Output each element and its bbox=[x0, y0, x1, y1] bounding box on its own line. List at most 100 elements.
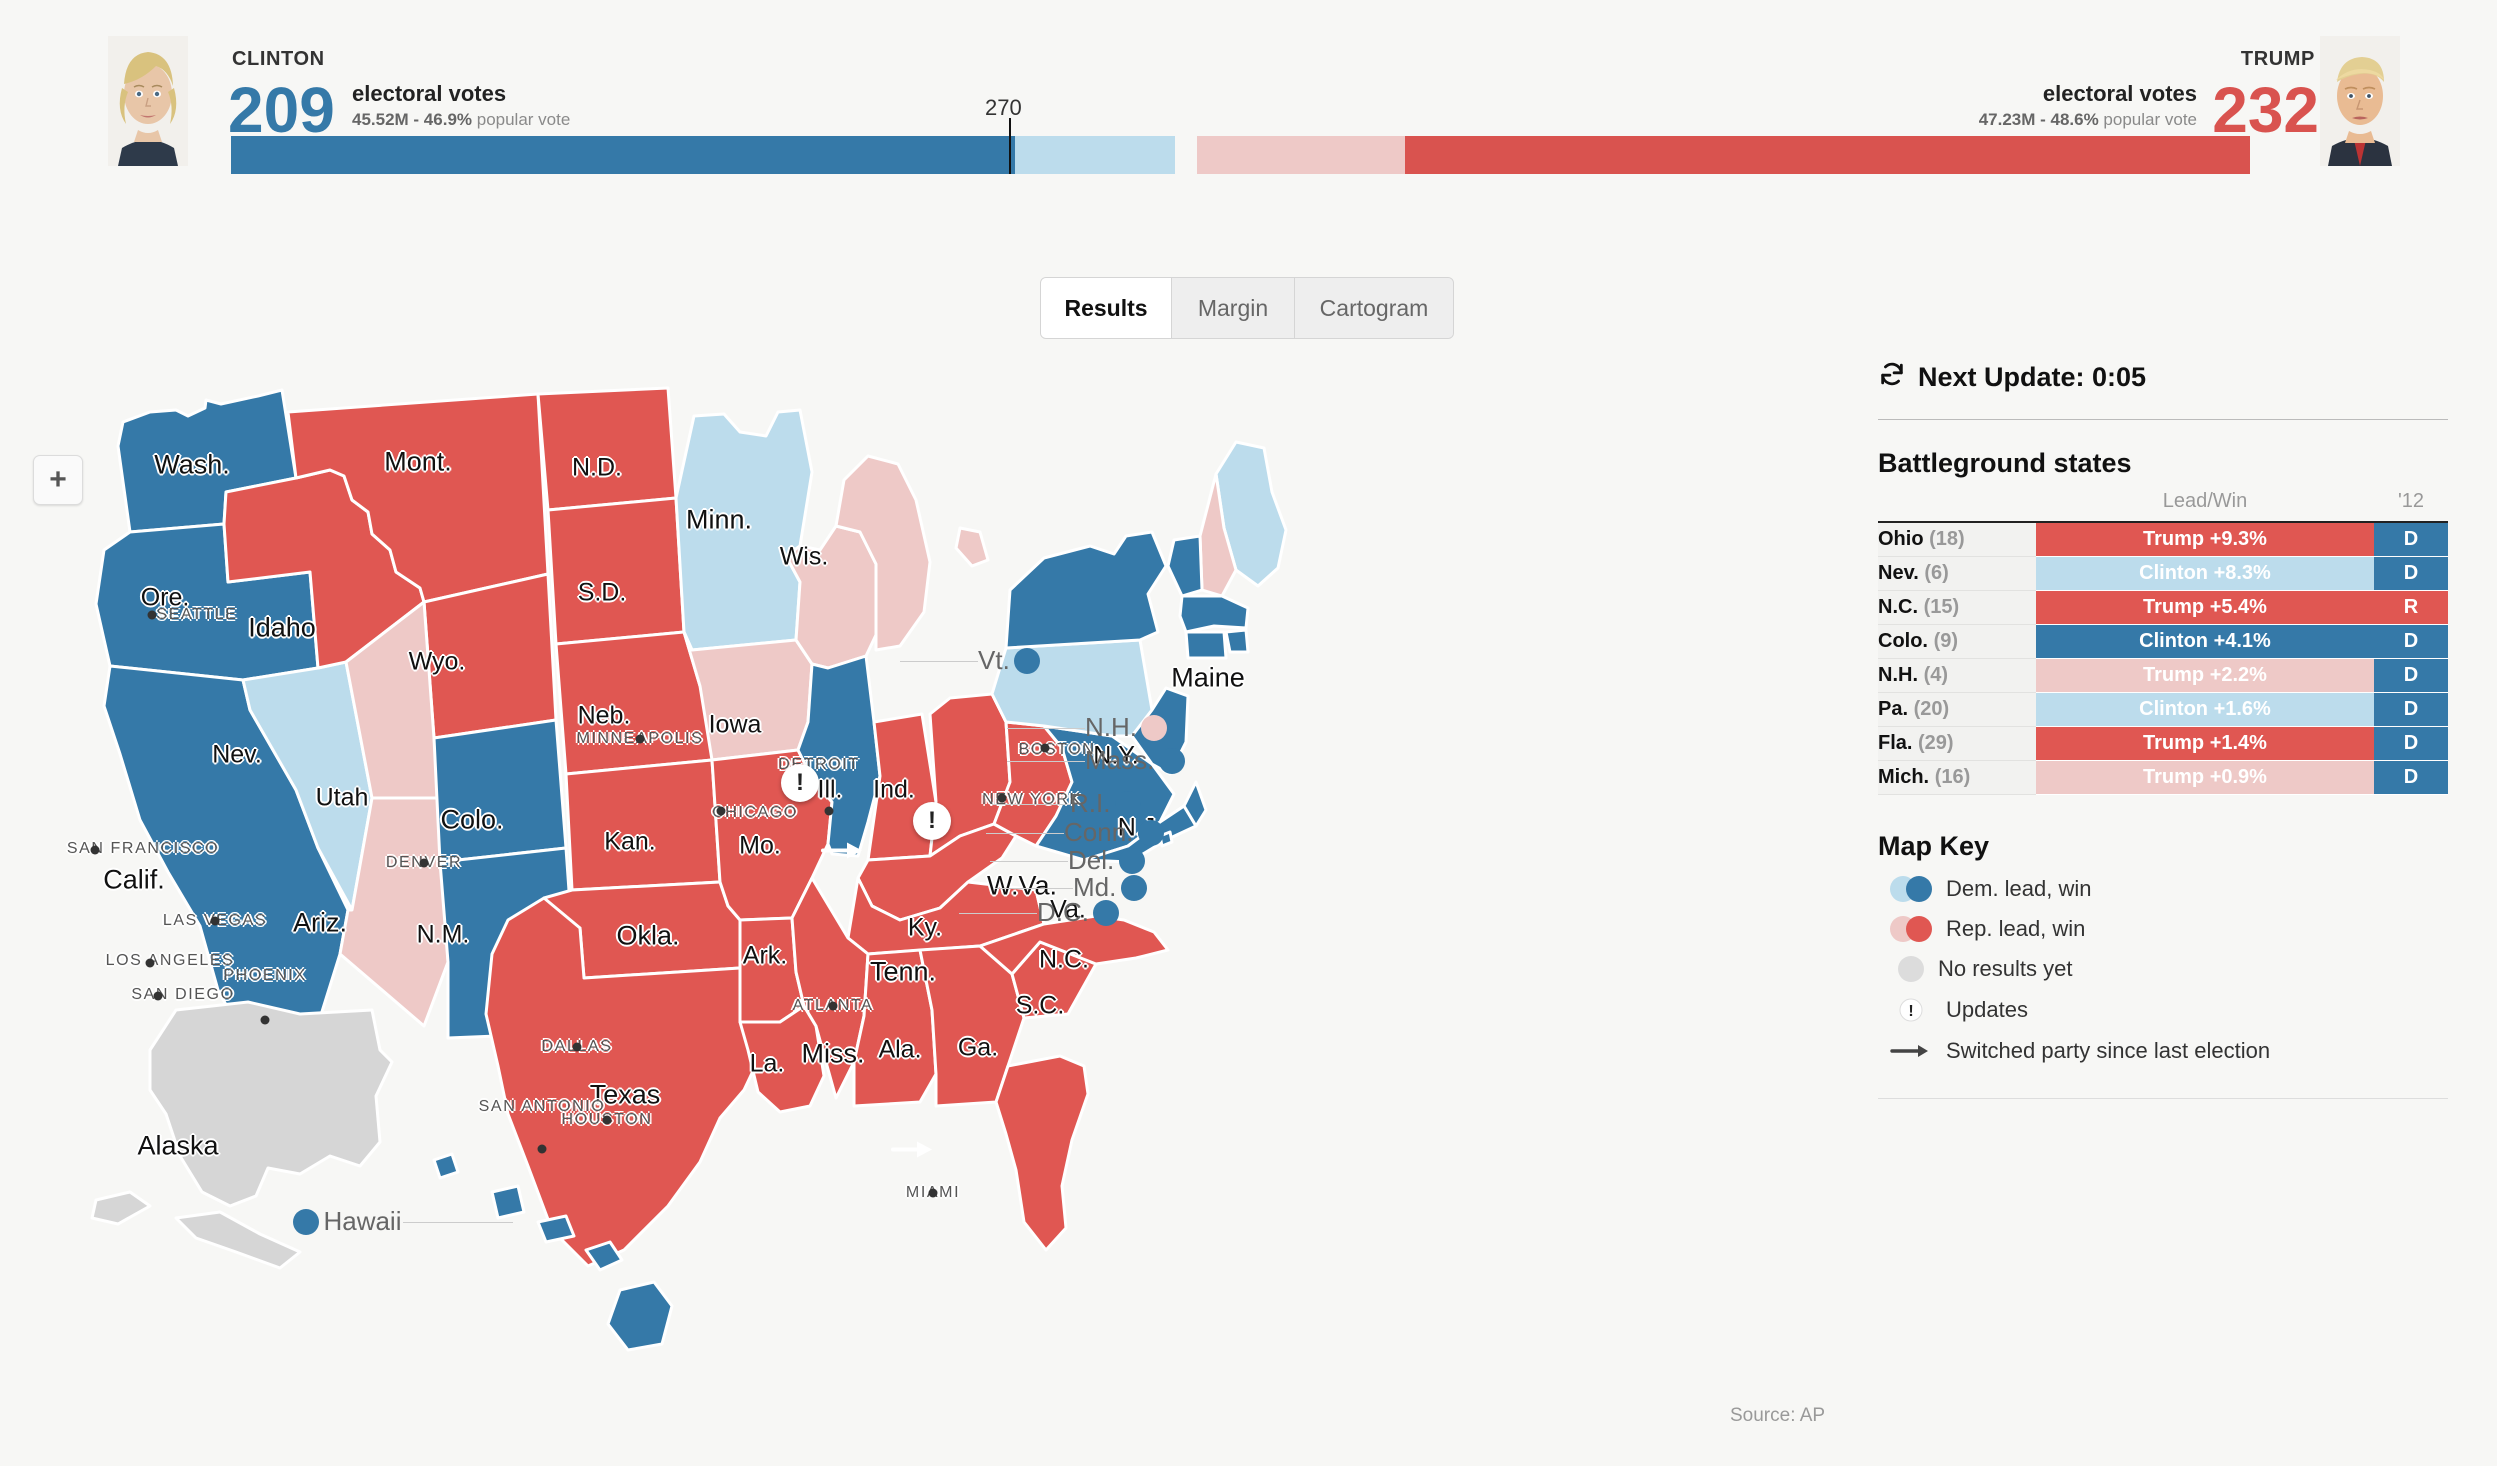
table-row[interactable]: Ohio (18) Trump +9.3% D bbox=[1878, 522, 2448, 557]
row-prev-result: D bbox=[2374, 692, 2448, 727]
map-state-ak[interactable] bbox=[90, 1000, 394, 1270]
bar-segment-rep-lead bbox=[1197, 136, 1405, 174]
clinton-electoral-votes: 209 bbox=[228, 74, 335, 146]
trump-ev-label: electoral votes bbox=[2042, 81, 2197, 106]
bar-segment-gap bbox=[1175, 136, 1197, 174]
table-row[interactable]: Fla. (29) Trump +1.4% D bbox=[1878, 726, 2448, 761]
map-state-ks[interactable] bbox=[564, 758, 722, 892]
clinton-avatar bbox=[108, 36, 188, 166]
row-state-name: Pa. (20) bbox=[1878, 692, 2036, 727]
svg-text:!: ! bbox=[1908, 1003, 1913, 1020]
row-state-name: Fla. (29) bbox=[1878, 726, 2036, 761]
state-abbr: Fla. bbox=[1878, 732, 1913, 754]
table-row[interactable]: Nev. (6) Clinton +8.3% D bbox=[1878, 556, 2448, 591]
bar-segment-dem-lead bbox=[1015, 136, 1175, 174]
row-lead-win: Clinton +1.6% bbox=[2036, 692, 2374, 727]
trump-portrait-icon bbox=[2320, 36, 2400, 166]
map-state-nd[interactable] bbox=[536, 386, 678, 512]
clinton-popular-vote: 45.52M - 46.9% popular vote bbox=[352, 108, 570, 132]
tab-margin[interactable]: Margin bbox=[1172, 278, 1295, 338]
row-state-name: Nev. (6) bbox=[1878, 556, 2036, 591]
state-electoral-votes: (4) bbox=[1923, 664, 1949, 686]
bar-segment-rep-win bbox=[1405, 136, 2250, 174]
table-row[interactable]: Colo. (9) Clinton +4.1% D bbox=[1878, 624, 2448, 659]
row-state-name: Ohio (18) bbox=[1878, 522, 2036, 557]
row-prev-result: D bbox=[2374, 624, 2448, 659]
state-abbr: Colo. bbox=[1878, 630, 1928, 652]
clinton-name: CLINTON bbox=[232, 48, 325, 70]
map-state-ct[interactable] bbox=[1184, 630, 1228, 660]
row-state-name: Colo. (9) bbox=[1878, 624, 2036, 659]
us-election-map[interactable]: Wash. Ore. Calif. Nev. Idaho Mont. Wyo. Utah Ari… bbox=[0, 350, 1870, 1460]
state-electoral-votes: (15) bbox=[1923, 596, 1960, 618]
bar-segment-dem-win bbox=[231, 136, 1015, 174]
view-mode-tabs[interactable]: Results Margin Cartogram bbox=[1040, 277, 1454, 339]
legend-swatch-pair bbox=[1890, 916, 1932, 942]
row-state-name: N.H. (4) bbox=[1878, 658, 2036, 693]
clinton-popular-rest: popular vote bbox=[472, 109, 571, 129]
legend-label: No results yet bbox=[1938, 956, 2073, 981]
trump-popular-strong: 47.23M - 48.6% bbox=[1978, 109, 2099, 129]
map-state-sd[interactable] bbox=[546, 496, 686, 646]
table-header-row: Lead/Win '12 bbox=[1878, 489, 2448, 522]
table-row[interactable]: N.C. (15) Trump +5.4% R bbox=[1878, 590, 2448, 625]
trump-popular-vote: 47.23M - 48.6% popular vote bbox=[1979, 108, 2197, 132]
results-side-panel: Next Update: 0:05 Battleground states Le… bbox=[1878, 360, 2448, 1099]
table-row[interactable]: Pa. (20) Clinton +1.6% D bbox=[1878, 692, 2448, 727]
state-electoral-votes: (20) bbox=[1913, 698, 1950, 720]
map-state-co[interactable] bbox=[432, 718, 568, 864]
row-prev-result: D bbox=[2374, 760, 2448, 795]
row-lead-win: Clinton +4.1% bbox=[2036, 624, 2374, 659]
state-abbr: Nev. bbox=[1878, 562, 1919, 584]
row-lead-win: Clinton +8.3% bbox=[2036, 556, 2374, 591]
map-key-row: Switched party since last election bbox=[1878, 1038, 2448, 1064]
map-state-mn[interactable] bbox=[674, 408, 814, 652]
next-update-text: Next Update: 0:05 bbox=[1918, 362, 2147, 392]
electoral-vote-bar bbox=[231, 136, 2250, 174]
state-electoral-votes: (6) bbox=[1924, 562, 1949, 584]
battleground-title: Battleground states bbox=[1878, 448, 2132, 478]
row-prev-result: D bbox=[2374, 658, 2448, 693]
next-update-row: Next Update: 0:05 bbox=[1878, 360, 2448, 395]
map-state-fl[interactable] bbox=[994, 1054, 1090, 1252]
panel-divider bbox=[1878, 419, 2448, 420]
clinton-portrait-icon bbox=[108, 36, 188, 166]
legend-label: Switched party since last election bbox=[1946, 1038, 2271, 1063]
trump-popular-rest: popular vote bbox=[2098, 109, 2197, 129]
map-state-ri[interactable] bbox=[1224, 628, 1250, 654]
map-state-vt[interactable] bbox=[1166, 534, 1204, 598]
state-electoral-votes: (18) bbox=[1929, 528, 1965, 550]
state-electoral-votes: (9) bbox=[1933, 630, 1959, 652]
state-abbr: N.H. bbox=[1878, 664, 1918, 686]
trump-electoral-votes: 232 bbox=[2212, 74, 2319, 146]
trump-vote-block: electoral votes 47.23M - 48.6% popular v… bbox=[1979, 80, 2197, 131]
map-state-dc[interactable] bbox=[1158, 830, 1174, 848]
row-state-name: N.C. (15) bbox=[1878, 590, 2036, 625]
row-lead-win: Trump +2.2% bbox=[2036, 658, 2374, 693]
legend-label: Dem. lead, win bbox=[1946, 876, 2092, 901]
battleground-table-body: Ohio (18) Trump +9.3% D Nev. (6) Clinton +8.… bbox=[1878, 522, 2448, 795]
map-state-in[interactable] bbox=[866, 712, 938, 862]
map-state-ma[interactable] bbox=[1178, 594, 1250, 634]
updates-icon: ! bbox=[1890, 996, 1932, 1024]
us-map-svg[interactable] bbox=[0, 350, 1870, 1460]
table-row[interactable]: Mich. (16) Trump +0.9% D bbox=[1878, 760, 2448, 795]
row-prev-result: D bbox=[2374, 522, 2448, 557]
legend-swatch-pair bbox=[1890, 876, 1932, 902]
source-note: Source: AP bbox=[1730, 1405, 1826, 1426]
map-state-ny[interactable] bbox=[1004, 530, 1168, 650]
state-electoral-votes: (29) bbox=[1918, 732, 1954, 754]
clinton-vote-block: electoral votes 45.52M - 46.9% popular v… bbox=[352, 80, 570, 131]
tab-results[interactable]: Results bbox=[1041, 278, 1172, 338]
col-lead-win: Lead/Win bbox=[2162, 490, 2248, 512]
map-key-row: Rep. lead, win bbox=[1878, 916, 2448, 942]
arrow-icon bbox=[1890, 1042, 1932, 1060]
map-state-wy[interactable] bbox=[422, 572, 558, 740]
row-prev-result: D bbox=[2374, 726, 2448, 761]
tab-cartogram[interactable]: Cartogram bbox=[1295, 278, 1453, 338]
map-key-row: No results yet bbox=[1878, 956, 2448, 982]
map-state-la[interactable] bbox=[738, 1004, 826, 1114]
map-state-pa[interactable] bbox=[990, 638, 1154, 738]
battleground-table: Lead/Win '12 Ohio (18) Trump +9.3% D Nev. (… bbox=[1878, 489, 2448, 795]
table-row[interactable]: N.H. (4) Trump +2.2% D bbox=[1878, 658, 2448, 693]
